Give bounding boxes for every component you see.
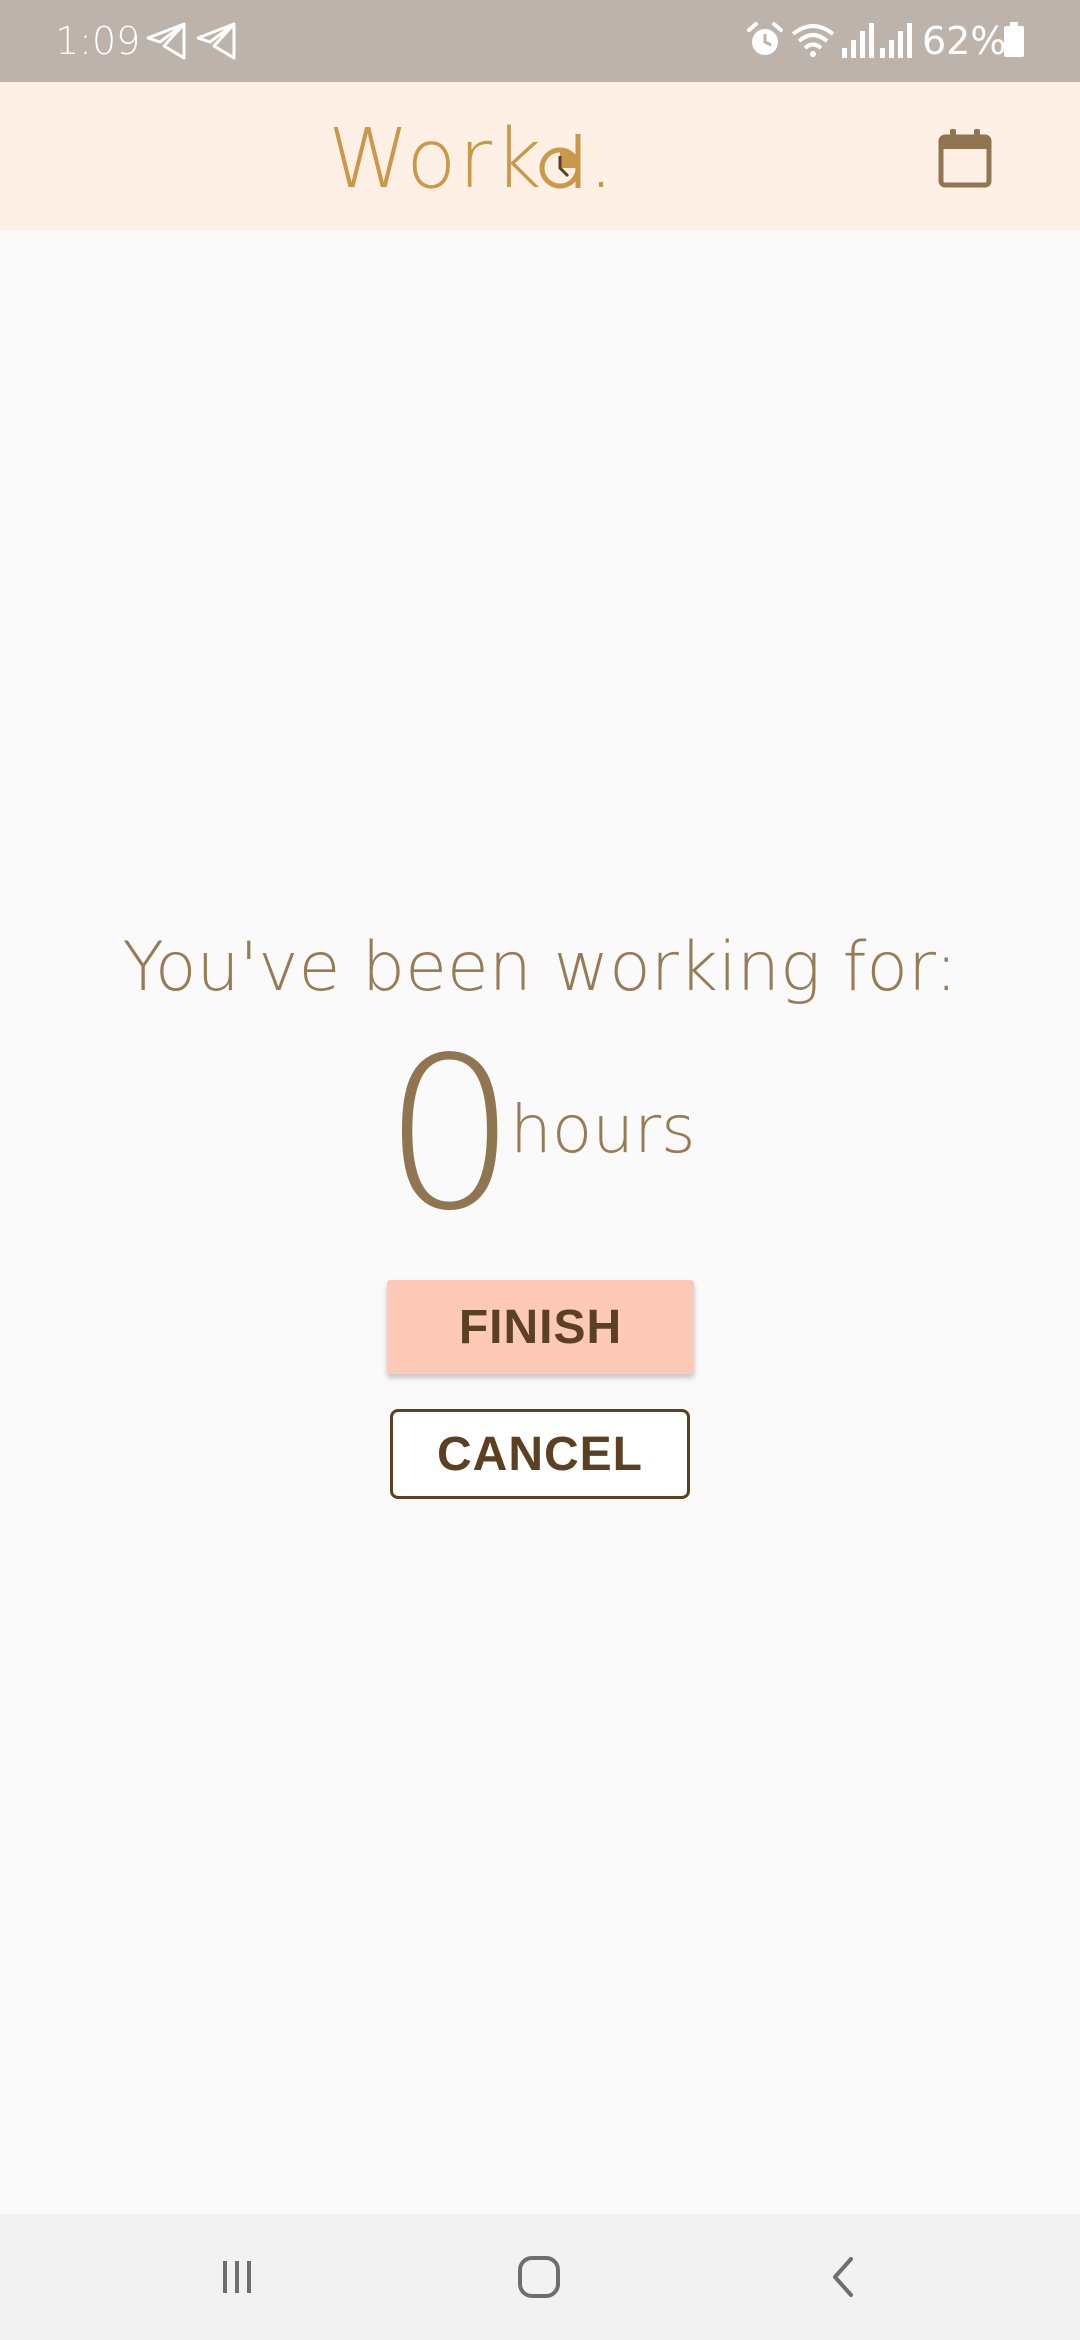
home-icon	[518, 2256, 560, 2298]
signal-icon	[880, 23, 912, 58]
back-button[interactable]	[808, 2242, 878, 2312]
status-bar: 1:09 62%	[0, 0, 1080, 82]
wifi-icon	[791, 24, 835, 57]
hours-value: 0	[383, 1012, 517, 1257]
calendar-button[interactable]	[930, 124, 1000, 194]
app-bar: Work .	[0, 82, 1080, 230]
working-for-label: You've been working for:	[122, 928, 958, 1007]
send-icon	[146, 22, 186, 60]
recents-button[interactable]	[202, 2242, 272, 2312]
navigation-bar	[0, 2214, 1080, 2340]
send-icon	[196, 22, 236, 60]
battery-percent: 62%	[922, 19, 1007, 63]
hours-unit: hours	[510, 1091, 696, 1168]
back-icon	[833, 2257, 853, 2297]
cancel-button[interactable]: CANCEL	[390, 1409, 690, 1499]
logo-dot: .	[588, 112, 615, 207]
alarm-icon	[747, 22, 783, 55]
status-time: 1:09	[55, 19, 141, 63]
home-button[interactable]	[504, 2242, 574, 2312]
logo-text: Work	[328, 112, 544, 207]
screen: 1:09 62% Work . You've been working for:…	[0, 0, 1080, 2340]
app-logo: Work	[328, 110, 544, 210]
clock-d-icon	[539, 134, 581, 189]
hours-display: 0 hours	[0, 1030, 1080, 1240]
battery-icon	[1004, 22, 1024, 57]
finish-button[interactable]: FINISH	[387, 1280, 694, 1374]
calendar-icon	[938, 129, 992, 188]
signal-icon	[842, 23, 874, 58]
recents-icon	[223, 2261, 251, 2293]
